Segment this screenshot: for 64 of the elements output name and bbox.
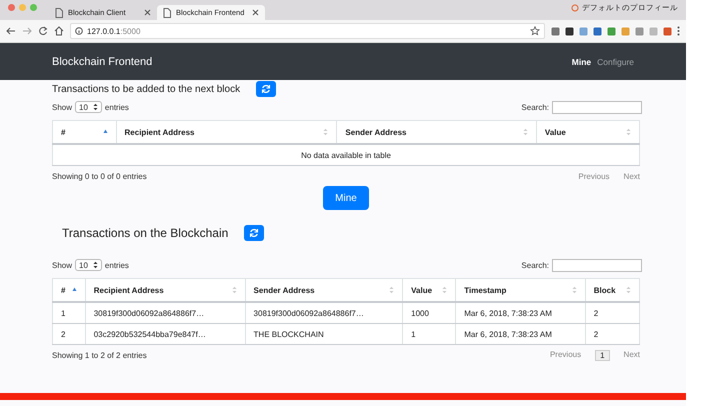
- reload-icon[interactable]: [38, 26, 48, 36]
- refresh-button[interactable]: [244, 225, 264, 241]
- show-label: Show: [52, 260, 72, 270]
- table-cell: 2: [585, 324, 640, 344]
- column-header[interactable]: Value: [536, 120, 640, 144]
- more-icon[interactable]: [677, 26, 680, 36]
- table-cell: Mar 6, 2018, 7:38:23 AM: [456, 302, 586, 324]
- search-label: Search:: [521, 102, 549, 112]
- table-cell: 2: [585, 302, 640, 324]
- sort-ascending-icon[interactable]: [102, 128, 108, 136]
- section-title: Transactions on the Blockchain: [62, 226, 228, 240]
- url-text: 127.0.0.1:5000: [87, 26, 142, 36]
- table-cell: 03c2920b532544bba79e847f…: [85, 324, 246, 344]
- empty-message: No data available in table: [52, 144, 640, 166]
- nav-link[interactable]: Configure: [597, 56, 634, 66]
- address-bar[interactable]: 127.0.0.1:5000: [70, 23, 545, 39]
- section-title: Transactions to be added to the next block: [52, 84, 240, 94]
- table-cell: Mar 6, 2018, 7:38:23 AM: [456, 324, 586, 344]
- show-label: Show: [52, 102, 72, 112]
- page-size-select[interactable]: 10: [75, 259, 102, 271]
- table-cell: 30819f300d06092a864886f7…: [85, 302, 246, 324]
- profile-icon[interactable]: [571, 4, 579, 12]
- table-cell: 1000: [402, 302, 456, 324]
- sort-ascending-icon[interactable]: [72, 286, 77, 294]
- close-icon[interactable]: [144, 9, 151, 16]
- refresh-button[interactable]: [256, 81, 276, 97]
- column-header[interactable]: Sender Address: [336, 120, 536, 144]
- page-size-select[interactable]: 10: [75, 101, 102, 113]
- page-icon[interactable]: [55, 8, 63, 18]
- nav-link[interactable]: Mine: [572, 56, 592, 66]
- table-info: Showing 1 to 2 of 2 entries: [52, 350, 147, 360]
- column-header[interactable]: Sender Address: [245, 278, 403, 302]
- stepper-icon[interactable]: [92, 103, 98, 111]
- column-header[interactable]: Value: [402, 278, 456, 302]
- column-header[interactable]: Timestamp: [456, 278, 586, 302]
- table-cell: 30819f300d06092a864886f7…: [245, 302, 403, 324]
- page-icon[interactable]: [163, 8, 171, 18]
- forward-icon[interactable]: [22, 26, 32, 36]
- column-header[interactable]: #: [52, 278, 86, 302]
- entries-label: entries: [104, 102, 129, 112]
- table-cell: 1: [402, 324, 456, 344]
- table-cell: 1: [52, 302, 86, 324]
- pagination-link[interactable]: 1: [595, 350, 610, 360]
- stepper-icon[interactable]: [92, 261, 98, 269]
- star-icon[interactable]: [530, 26, 540, 36]
- refresh-icon[interactable]: [261, 84, 272, 94]
- search-field[interactable]: [552, 100, 642, 114]
- column-header[interactable]: #: [52, 120, 116, 144]
- table-cell: THE BLOCKCHAIN: [245, 324, 403, 344]
- table-cell: 2: [52, 324, 86, 344]
- home-icon[interactable]: [54, 26, 64, 36]
- mine-button[interactable]: Mine: [323, 186, 369, 210]
- column-header[interactable]: Recipient Address: [85, 278, 246, 302]
- refresh-icon[interactable]: [249, 228, 260, 238]
- entries-label: entries: [104, 260, 129, 270]
- search-label: Search:: [521, 260, 549, 270]
- search-field[interactable]: [552, 258, 642, 272]
- brand-link[interactable]: Blockchain Frontend: [52, 56, 152, 68]
- table-info: Showing 0 to 0 of 0 entries: [52, 172, 147, 180]
- info-icon[interactable]: [75, 27, 83, 35]
- column-header[interactable]: Recipient Address: [116, 120, 337, 144]
- back-icon[interactable]: [6, 26, 16, 36]
- close-icon[interactable]: [252, 9, 259, 16]
- column-header[interactable]: Block: [585, 278, 640, 302]
